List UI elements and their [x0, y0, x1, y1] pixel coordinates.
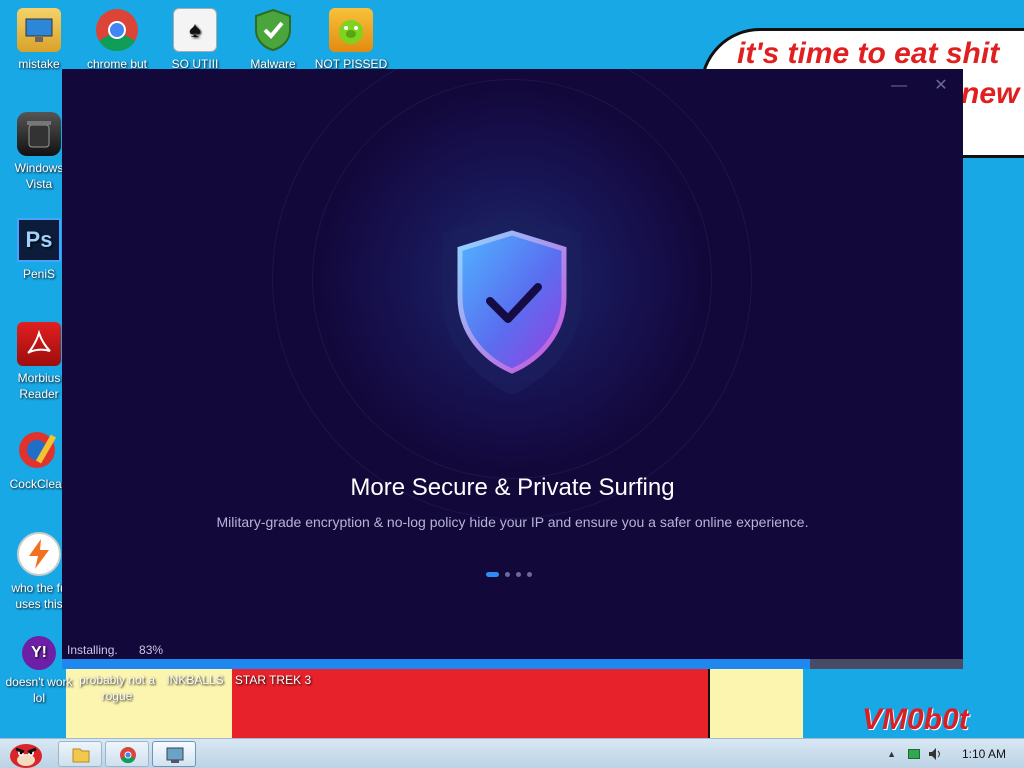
shield-check-icon — [420, 203, 604, 403]
taskbar-chrome-button[interactable] — [105, 741, 149, 767]
slide-description: Military-grade encryption & no-log polic… — [216, 514, 809, 530]
speech-text-line2: new — [961, 77, 1020, 110]
taskbar-clock[interactable]: 1:10 AM — [944, 747, 1024, 761]
desktop-icon-inkballs[interactable]: INKBALLS — [156, 672, 234, 688]
trash-can-icon — [17, 112, 61, 156]
desktop-icon-malware[interactable]: Malware — [234, 8, 312, 72]
taskbar-folder-button[interactable] — [58, 741, 102, 767]
install-percent: 83% — [139, 643, 164, 657]
install-progress-bar — [62, 659, 963, 669]
install-progress-fill — [62, 659, 810, 669]
carousel-dot[interactable] — [516, 572, 521, 577]
desktop-icon-solitaire[interactable]: ♠ SO UTIII — [156, 8, 234, 72]
desktop-icon-label: INKBALLS — [166, 673, 224, 687]
desktop-icon-label: doesn't work lol — [5, 675, 73, 705]
yahoo-messenger-icon: Y! — [22, 636, 56, 670]
cleaner-icon — [17, 428, 61, 472]
desktop-icon-star-trek[interactable]: STAR TREK 3 — [234, 672, 312, 688]
lightning-icon — [17, 532, 61, 576]
angry-pig-icon — [329, 8, 373, 52]
speech-text-line1: it's time to eat shit — [737, 37, 1000, 70]
photoshop-icon: Ps — [17, 218, 61, 262]
shield-check-icon — [251, 8, 295, 52]
close-button[interactable]: ✕ — [928, 75, 954, 97]
chrome-icon — [95, 8, 139, 52]
desktop-icon-label: probably not a rogue — [78, 673, 156, 703]
solitaire-icon: ♠ — [173, 8, 217, 52]
carousel-dot[interactable] — [505, 572, 510, 577]
taskbar-installer-button[interactable] — [152, 741, 196, 767]
installer-window: — ✕ More Secure & Private Surfing Milita… — [62, 69, 963, 669]
carousel-indicator — [486, 572, 532, 577]
install-status: Installing. 83% — [67, 643, 181, 657]
chrome-icon — [120, 747, 136, 764]
desktop-icon-probably-not-a-rogue[interactable]: probably not a rogue — [78, 672, 156, 704]
watermark: VM0b0t — [862, 703, 969, 736]
desktop-icon-chrome[interactable]: chrome but — [78, 8, 156, 72]
volume-icon[interactable] — [928, 747, 944, 761]
wallpaper-yellow-region-right — [708, 668, 803, 740]
desktop-icon-label: STAR TREK 3 — [234, 673, 312, 687]
show-hidden-icons-icon[interactable]: ▲ — [887, 749, 896, 759]
desktop-icon-not-pissed[interactable]: NOT PISSED — [312, 8, 390, 72]
network-icon[interactable] — [908, 749, 920, 759]
carousel-dot[interactable] — [527, 572, 532, 577]
carousel-dot[interactable] — [486, 572, 499, 577]
pdf-reader-icon — [17, 322, 61, 366]
install-status-label: Installing. — [67, 643, 118, 657]
taskbar: ▲ 1:10 AM — [0, 738, 1024, 768]
minimize-button[interactable]: — — [886, 75, 912, 97]
folder-icon — [72, 748, 90, 763]
slide-headline: More Secure & Private Surfing — [350, 474, 675, 501]
system-tray: ▲ 1:10 AM — [887, 739, 1024, 768]
start-button[interactable] — [4, 740, 48, 768]
desktop-icon-mistake[interactable]: mistake — [0, 8, 78, 72]
installer-icon — [166, 747, 184, 763]
computer-icon — [17, 8, 61, 52]
